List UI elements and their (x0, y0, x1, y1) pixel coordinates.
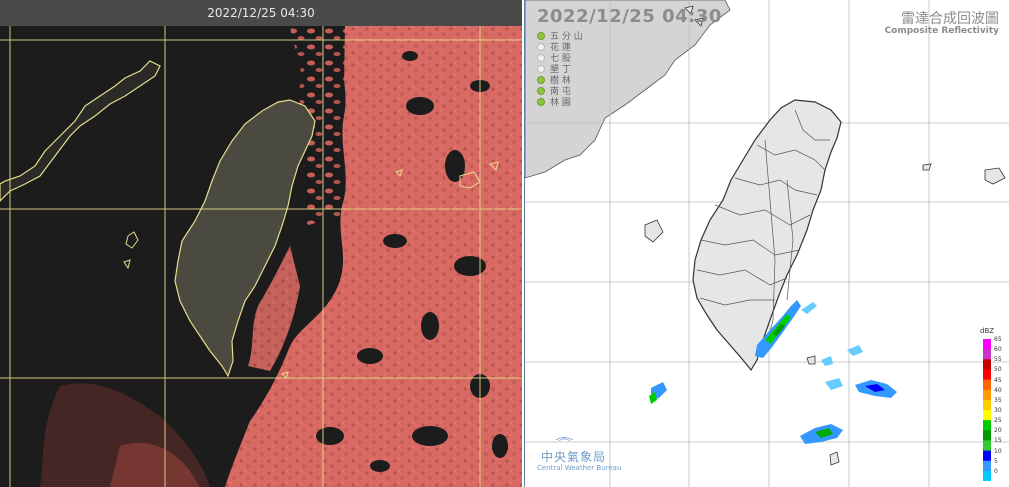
station-status-icon (537, 31, 545, 40)
scale-label: 55 (994, 356, 1002, 364)
scale-color-bar (983, 339, 991, 481)
scale-swatch (983, 450, 991, 462)
scale-swatch (983, 339, 991, 350)
cwb-logo-icon (555, 436, 574, 442)
radar-subtitle: Composite Reflectivity (884, 26, 999, 36)
scale-label: 65 (994, 336, 1002, 343)
scale-label: 45 (994, 376, 1002, 384)
station-status-icon (537, 97, 545, 106)
scale-swatch (983, 440, 991, 451)
scale-label: 35 (994, 396, 1002, 404)
scale-swatch (983, 420, 991, 431)
scale-label: 10 (994, 447, 1002, 455)
scale-swatch (983, 399, 991, 411)
scale-label: 25 (994, 417, 1002, 425)
radar-map (525, 0, 1009, 487)
station-status-icon (537, 86, 545, 95)
scale-swatch (983, 430, 991, 441)
scale-unit: dBZ (980, 327, 995, 335)
station-status-icon (537, 64, 545, 73)
agency-name-en: Central Weather Bureau (537, 464, 622, 472)
scale-label: 5 (994, 457, 998, 465)
scale-label: 60 (994, 346, 1002, 354)
radar-timestamp: 2022/12/25 04:30 (537, 6, 722, 27)
agency-name-zh: 中央氣象局 (541, 450, 607, 464)
scale-swatch (983, 359, 991, 370)
scale-label: 0 (994, 467, 998, 475)
scale-label: 30 (994, 407, 1002, 414)
station-status-icon (537, 75, 545, 84)
scale-swatch (983, 379, 991, 391)
satellite-map (0, 26, 522, 487)
station-status-icon (537, 42, 545, 51)
satellite-timestamp: 2022/12/25 04:30 (0, 0, 522, 26)
scale-swatch (983, 470, 991, 481)
scale-swatch (983, 369, 991, 380)
station-item: 林 園 (537, 96, 583, 108)
radar-panel: 2022/12/25 04:30 雷達合成回波圖 Composite Refle… (524, 0, 1009, 487)
station-name: 林 園 (550, 98, 571, 108)
scale-label: 20 (994, 427, 1002, 435)
scale-swatch (983, 460, 991, 472)
radar-title: 雷達合成回波圖 (901, 11, 999, 27)
scale-label: 15 (994, 437, 1002, 445)
station-status-icon (537, 53, 545, 62)
radar-station-list: 五 分 山 花 蓮 七 股 墾 丁 樹 林 南 屯 林 園 (537, 30, 583, 108)
scale-swatch (983, 410, 991, 421)
satellite-panel: 2022/12/25 04:30 (0, 0, 522, 487)
scale-label: 40 (994, 386, 1002, 394)
scale-label: 50 (994, 366, 1002, 374)
scale-swatch (983, 389, 991, 401)
scale-swatch (983, 349, 991, 360)
